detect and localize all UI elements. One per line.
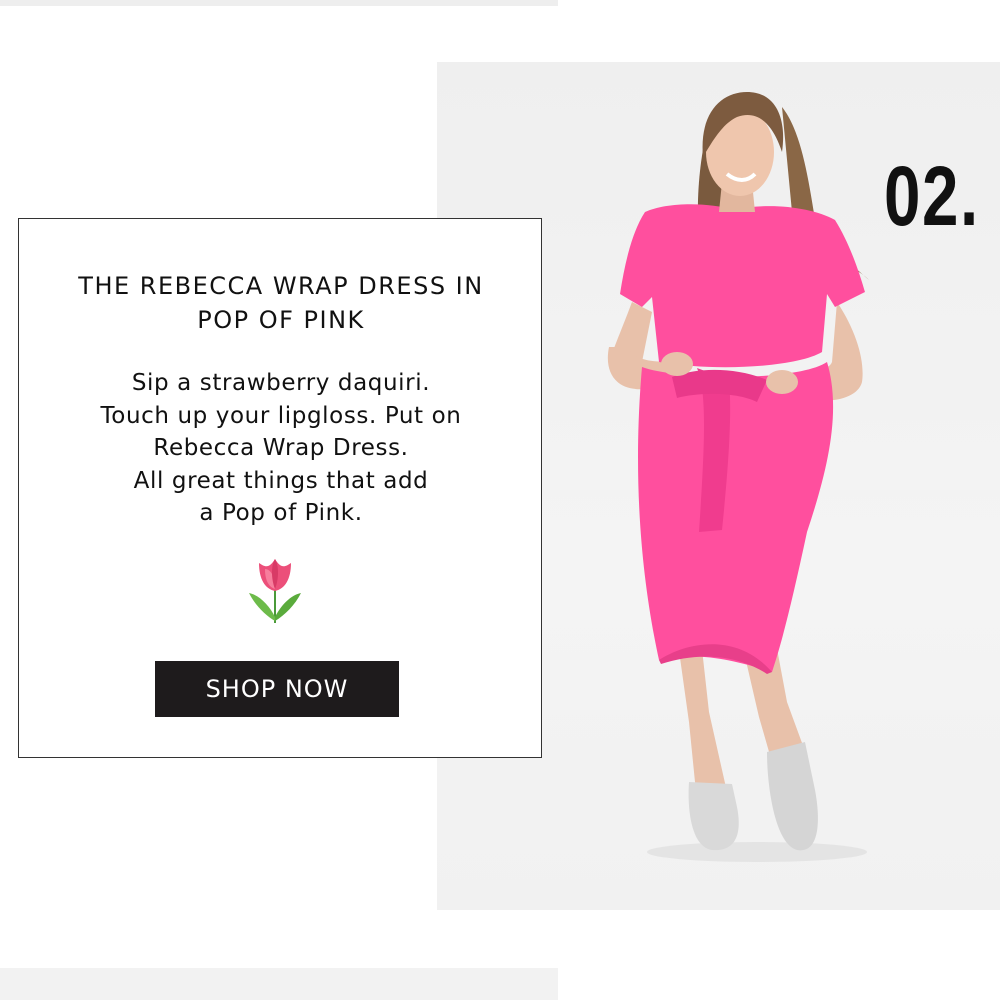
shop-now-button[interactable]: SHOP NOW xyxy=(155,661,399,717)
product-description: Sip a strawberry daquiri. Touch up your … xyxy=(39,367,523,530)
product-slide: 02. THE REBECCA WRAP DRESS IN POP OF PIN… xyxy=(0,0,1000,1000)
tulip-icon xyxy=(249,559,301,623)
description-line: a Pop of Pink. xyxy=(199,500,363,526)
description-line: Sip a strawberry daquiri. xyxy=(131,370,431,396)
description-line: Touch up your lipgloss. Put on xyxy=(100,402,462,429)
description-line: All great things that add xyxy=(133,467,429,494)
description-line: Rebecca Wrap Dress. xyxy=(153,435,409,461)
product-title: THE REBECCA WRAP DRESS IN POP OF PINK xyxy=(78,272,484,334)
previous-slide-edge xyxy=(0,0,558,6)
next-slide-edge xyxy=(0,968,558,1000)
promo-card: THE REBECCA WRAP DRESS IN POP OF PINK Si… xyxy=(18,218,542,758)
slide-number: 02. xyxy=(884,149,980,243)
